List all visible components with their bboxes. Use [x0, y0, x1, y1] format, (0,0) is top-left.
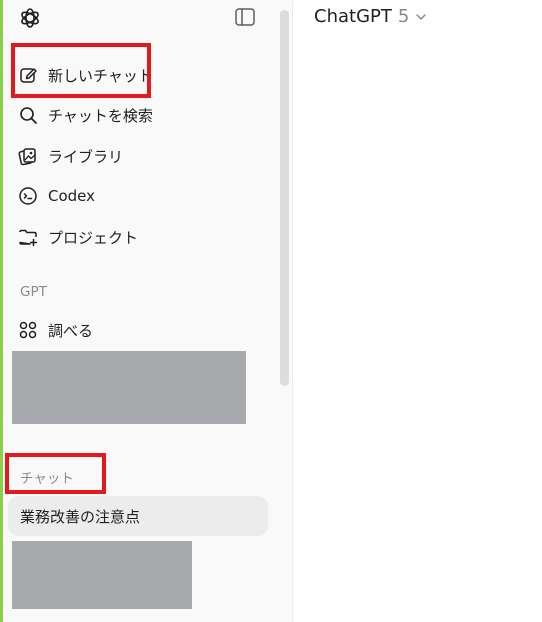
main-area: ChatGPT 5 [293, 0, 542, 622]
folder-plus-icon [19, 229, 37, 246]
library-button[interactable]: ライブラリ [18, 141, 258, 171]
redacted-gpt-list [12, 351, 246, 424]
sidebar-scrollbar[interactable] [280, 10, 289, 386]
chat-section-label: チャット [20, 471, 74, 487]
library-icon [18, 148, 36, 166]
model-selector[interactable]: ChatGPT 5 [314, 6, 427, 27]
chat-history-item-label: 業務改善の注意点 [20, 507, 141, 526]
search-icon [20, 107, 37, 124]
edit-icon [20, 68, 37, 83]
sidebar-accent-bar [0, 0, 3, 622]
search-chats-label: チャットを検索 [48, 106, 153, 125]
gpt-section-label: GPT [20, 284, 47, 300]
codex-icon [19, 187, 37, 205]
gpt-item-label: 調べる [48, 321, 94, 340]
library-label: ライブラリ [48, 147, 124, 166]
new-chat-label: 新しいチャット [48, 66, 153, 85]
openai-logo-icon[interactable] [17, 5, 43, 31]
model-name: ChatGPT [314, 6, 392, 27]
chevron-down-icon [416, 13, 427, 20]
sidebar-toggle-icon[interactable] [234, 7, 256, 27]
gpt-item-explore[interactable]: 調べる [18, 315, 258, 345]
grid-icon [19, 321, 37, 339]
projects-label: プロジェクト [48, 228, 139, 247]
new-chat-button[interactable]: 新しいチャット [18, 60, 258, 90]
projects-button[interactable]: プロジェクト [18, 222, 258, 252]
redacted-chat-list [12, 541, 192, 609]
model-version: 5 [397, 6, 410, 27]
codex-label: Codex [48, 187, 96, 205]
codex-button[interactable]: Codex [18, 181, 258, 211]
search-chats-button[interactable]: チャットを検索 [18, 100, 258, 130]
chat-history-item[interactable]: 業務改善の注意点 [8, 496, 268, 536]
sidebar: 新しいチャット チャットを検索 ライブラリ Codex プロジェクト GPT 調… [0, 0, 293, 622]
chatgpt-window: 新しいチャット チャットを検索 ライブラリ Codex プロジェクト GPT 調… [0, 0, 542, 622]
